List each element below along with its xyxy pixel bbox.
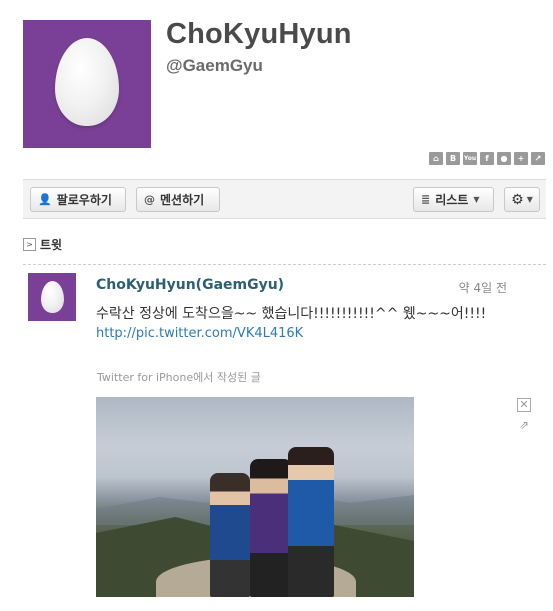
plus-icon[interactable]: +: [514, 152, 528, 165]
egg-avatar-icon: [41, 281, 64, 313]
list-button[interactable]: ≣ 리스트 ▼: [413, 187, 494, 212]
photo-person: [288, 447, 334, 597]
tweet-photo[interactable]: [96, 397, 414, 597]
gear-icon: ⚙: [511, 191, 524, 208]
mention-button[interactable]: @ 멘션하기: [136, 187, 220, 212]
home-icon[interactable]: ⌂: [429, 152, 443, 165]
youtube-icon[interactable]: You: [463, 152, 477, 165]
at-icon: @: [144, 193, 155, 206]
profile-avatar[interactable]: [23, 20, 151, 148]
share-icon[interactable]: ⇗: [517, 419, 531, 433]
list-icon: ≣: [421, 193, 431, 206]
tweet-text: 수락산 정상에 도착으을~~ 했습니다!!!!!!!!!!!^^ 웼~~~어!!…: [96, 306, 487, 322]
chevron-down-icon: ▼: [526, 195, 533, 204]
chevron-right-icon: >: [23, 238, 36, 251]
chevron-down-icon: ▼: [473, 195, 480, 204]
facebook-icon[interactable]: f: [480, 152, 494, 165]
follow-button[interactable]: 👤 팔로우하기: [30, 187, 126, 212]
tweet-author[interactable]: ChoKyuHyun(GaemGyu): [96, 277, 284, 293]
action-bar: 👤 팔로우하기 @ 멘션하기 ≣ 리스트 ▼ ⚙ ▼: [23, 179, 546, 219]
photo-person: [210, 473, 250, 597]
tweet-avatar[interactable]: [28, 273, 76, 321]
list-button-label: 리스트: [435, 193, 469, 207]
profile-display-name: ChoKyuHyun: [166, 18, 352, 50]
tweet-timestamp[interactable]: 약 4일 전: [459, 279, 507, 296]
tweet-link[interactable]: http://pic.twitter.com/VK4L416K: [96, 326, 303, 341]
profile-header: ChoKyuHyun @GaemGyu ⌂ B You f ● + ↗: [0, 0, 553, 170]
blog-icon[interactable]: B: [446, 152, 460, 165]
tweets-heading-label: 트윗: [40, 238, 63, 252]
tweets-heading[interactable]: > 트윗: [23, 236, 62, 253]
tweet-source: Twitter for iPhone에서 작성된 글: [97, 371, 261, 384]
egg-avatar-icon: [55, 38, 119, 126]
profile-screen-name: @GaemGyu: [166, 56, 263, 75]
close-icon[interactable]: ✕: [517, 398, 531, 412]
divider: [23, 264, 546, 265]
settings-button[interactable]: ⚙ ▼: [504, 187, 540, 212]
follow-button-label: 팔로우하기: [56, 193, 112, 207]
social-icons: ⌂ B You f ● + ↗: [429, 152, 545, 165]
chat-icon[interactable]: ●: [497, 152, 511, 165]
mention-button-label: 멘션하기: [160, 193, 205, 207]
external-icon[interactable]: ↗: [531, 152, 545, 165]
add-user-icon: 👤: [38, 193, 52, 206]
photo-person: [250, 459, 292, 597]
